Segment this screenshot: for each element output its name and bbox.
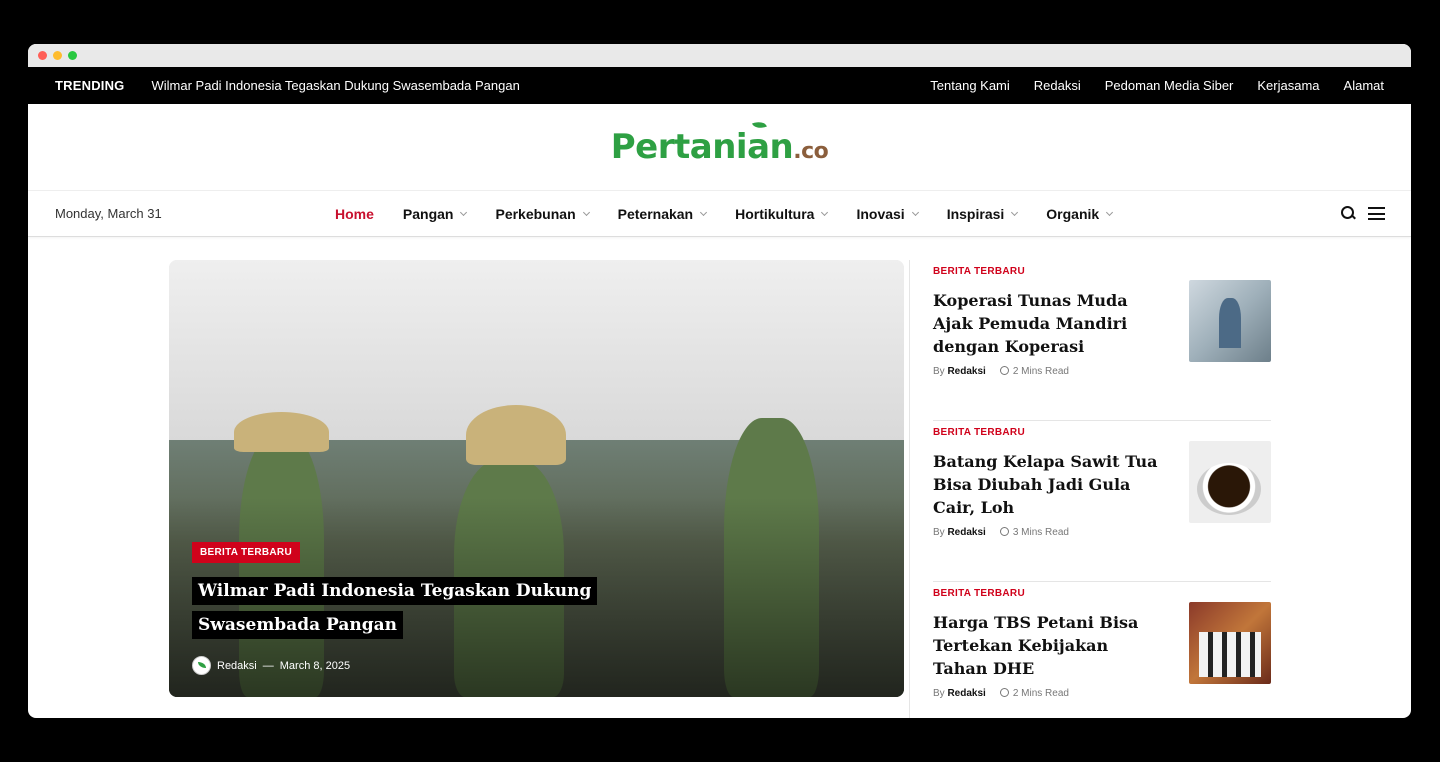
post-title[interactable]: Koperasi Tunas Muda Ajak Pemuda Mandiri … xyxy=(933,289,1163,358)
hero-image-hat xyxy=(234,412,329,452)
chevron-down-icon xyxy=(700,208,708,216)
clock-icon xyxy=(999,688,1009,697)
meta-separator: — xyxy=(262,659,274,672)
nav-item-label: Inspirasi xyxy=(946,205,1005,222)
post-thumbnail[interactable] xyxy=(1189,280,1271,362)
chevron-down-icon xyxy=(821,208,829,216)
list-item: BERITA TERBARU Harga TBS Petani Bisa Ter… xyxy=(933,582,1271,718)
hero-title-text: Wilmar Padi Indonesia Tegaskan Dukung Sw… xyxy=(192,577,598,639)
list-item: BERITA TERBARU Koperasi Tunas Muda Ajak … xyxy=(933,260,1271,421)
post-thumbnail[interactable] xyxy=(1189,602,1271,684)
search-icon[interactable] xyxy=(1341,206,1356,221)
post-title[interactable]: Batang Kelapa Sawit Tua Bisa Diubah Jadi… xyxy=(933,450,1163,519)
nav-item-pangan[interactable]: Pangan xyxy=(402,205,468,222)
post-thumbnail[interactable] xyxy=(1189,441,1271,523)
nav-item-label: Organik xyxy=(1046,205,1100,222)
post-byline: By Redaksi xyxy=(933,527,986,538)
read-time-text: 3 Mins Read xyxy=(1012,527,1069,538)
nav-item-label: Peternakan xyxy=(617,205,694,222)
logo-row: Pertanian.co xyxy=(28,104,1411,191)
read-time-text: 2 Mins Read xyxy=(1012,366,1069,377)
nav-item-perkebunan[interactable]: Perkebunan xyxy=(495,205,590,222)
by-label: By xyxy=(933,527,945,538)
nav-item-organik[interactable]: Organik xyxy=(1046,205,1114,222)
trending-headline-link[interactable]: Wilmar Padi Indonesia Tegaskan Dukung Sw… xyxy=(152,78,931,93)
author-avatar xyxy=(192,656,211,675)
close-window-button[interactable] xyxy=(38,51,47,60)
nav-item-label: Hortikultura xyxy=(735,205,815,222)
post-meta: By Redaksi 3 Mins Read xyxy=(933,527,1163,538)
top-link-tentang-kami[interactable]: Tentang Kami xyxy=(930,78,1010,93)
post-read-time: 3 Mins Read xyxy=(999,527,1069,538)
list-item: BERITA TERBARU Batang Kelapa Sawit Tua B… xyxy=(933,421,1271,582)
nav-item-inspirasi[interactable]: Inspirasi xyxy=(946,205,1019,222)
hero-date: March 8, 2025 xyxy=(279,659,351,672)
by-label: By xyxy=(933,688,945,699)
chevron-down-icon xyxy=(460,208,468,216)
window-titlebar xyxy=(28,44,1411,67)
current-date: Monday, March 31 xyxy=(55,206,162,221)
column-divider xyxy=(909,260,910,718)
nav-item-peternakan[interactable]: Peternakan xyxy=(617,205,708,222)
nav-item-label: Home xyxy=(335,205,374,222)
post-category[interactable]: BERITA TERBARU xyxy=(933,588,1163,599)
post-byline: By Redaksi xyxy=(933,688,986,699)
nav-item-inovasi[interactable]: Inovasi xyxy=(856,205,919,222)
read-time-text: 2 Mins Read xyxy=(1012,688,1069,699)
post-body: BERITA TERBARU Batang Kelapa Sawit Tua B… xyxy=(933,427,1163,581)
minimize-window-button[interactable] xyxy=(53,51,62,60)
top-link-pedoman-media-siber[interactable]: Pedoman Media Siber xyxy=(1105,78,1234,93)
clock-icon xyxy=(999,527,1009,536)
top-links: Tentang Kami Redaksi Pedoman Media Siber… xyxy=(930,78,1384,93)
hero-title[interactable]: Wilmar Padi Indonesia Tegaskan Dukung Sw… xyxy=(192,574,692,642)
site-logo[interactable]: Pertanian.co xyxy=(610,119,829,167)
hero-image-hat xyxy=(466,405,566,465)
featured-article[interactable]: BERITA TERBARU Wilmar Padi Indonesia Teg… xyxy=(169,260,904,697)
top-link-redaksi[interactable]: Redaksi xyxy=(1034,78,1081,93)
nav-actions xyxy=(1341,206,1385,221)
post-category[interactable]: BERITA TERBARU xyxy=(933,427,1163,438)
post-read-time: 2 Mins Read xyxy=(999,688,1069,699)
trending-label: TRENDING xyxy=(55,78,125,93)
top-link-kerjasama[interactable]: Kerjasama xyxy=(1257,78,1319,93)
latest-news-list: BERITA TERBARU Koperasi Tunas Muda Ajak … xyxy=(933,260,1271,718)
chevron-down-icon xyxy=(582,208,590,216)
post-byline: By Redaksi xyxy=(933,366,986,377)
top-link-alamat[interactable]: Alamat xyxy=(1344,78,1384,93)
hero-meta: Redaksi — March 8, 2025 xyxy=(192,656,350,675)
hamburger-menu-icon[interactable] xyxy=(1368,207,1385,220)
post-title[interactable]: Harga TBS Petani Bisa Tertekan Kebijakan… xyxy=(933,611,1163,680)
hero-category-badge[interactable]: BERITA TERBARU xyxy=(192,542,300,563)
nav-item-label: Pangan xyxy=(402,205,454,222)
post-read-time: 2 Mins Read xyxy=(999,366,1069,377)
post-author[interactable]: Redaksi xyxy=(947,366,985,377)
post-body: BERITA TERBARU Harga TBS Petani Bisa Ter… xyxy=(933,588,1163,718)
clock-icon xyxy=(999,366,1009,375)
nav-item-hortikultura[interactable]: Hortikultura xyxy=(735,205,829,222)
chevron-down-icon xyxy=(1011,208,1019,216)
main-navigation: Monday, March 31 Home Pangan Perkebunan … xyxy=(28,191,1411,237)
nav-item-label: Inovasi xyxy=(856,205,905,222)
logo-main-text: Pertanian xyxy=(610,127,794,167)
post-meta: By Redaksi 2 Mins Read xyxy=(933,366,1163,377)
top-bar: TRENDING Wilmar Padi Indonesia Tegaskan … xyxy=(28,67,1411,104)
nav-item-home[interactable]: Home xyxy=(335,206,374,222)
post-author[interactable]: Redaksi xyxy=(947,527,985,538)
post-author[interactable]: Redaksi xyxy=(947,688,985,699)
post-category[interactable]: BERITA TERBARU xyxy=(933,266,1163,277)
logo-suffix-text: .co xyxy=(793,139,829,164)
chevron-down-icon xyxy=(911,208,919,216)
chevron-down-icon xyxy=(1106,208,1114,216)
browser-window: TRENDING Wilmar Padi Indonesia Tegaskan … xyxy=(28,44,1411,718)
nav-item-label: Perkebunan xyxy=(495,205,576,222)
hero-author[interactable]: Redaksi xyxy=(217,660,257,672)
by-label: By xyxy=(933,366,945,377)
nav-menu: Home Pangan Perkebunan Peternakan Hortik… xyxy=(335,206,1141,222)
maximize-window-button[interactable] xyxy=(68,51,77,60)
post-meta: By Redaksi 2 Mins Read xyxy=(933,688,1163,699)
post-body: BERITA TERBARU Koperasi Tunas Muda Ajak … xyxy=(933,266,1163,420)
